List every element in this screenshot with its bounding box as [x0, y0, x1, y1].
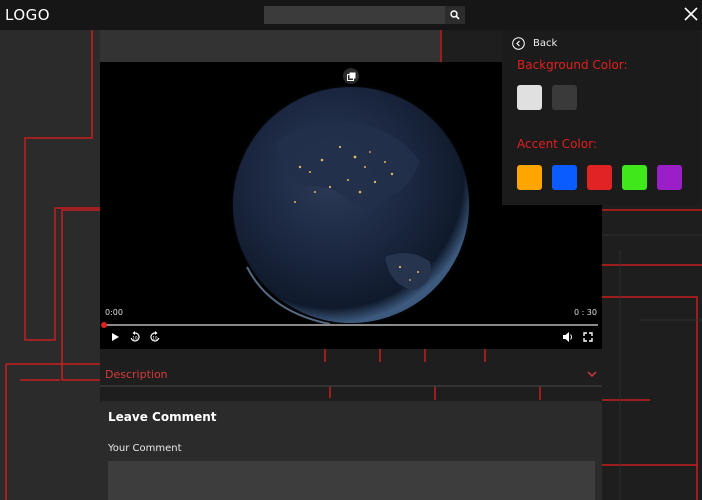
play-button[interactable]: [108, 330, 122, 344]
chevron-down-icon: [587, 371, 597, 377]
theme-settings-panel: Back Background Color: Accent Color:: [502, 30, 700, 205]
logo[interactable]: LOGO: [5, 6, 50, 24]
background-color-title: Background Color:: [517, 58, 628, 72]
chevron-left-circle-icon: [512, 36, 525, 50]
background-color-swatch-2[interactable]: [552, 85, 577, 110]
progress-bar[interactable]: [101, 322, 598, 328]
play-icon: [112, 333, 119, 341]
search-icon: [450, 10, 460, 20]
search-button[interactable]: [445, 6, 465, 24]
svg-text:10: 10: [152, 336, 158, 341]
back-button[interactable]: Back: [512, 36, 557, 50]
fullscreen-button[interactable]: [581, 330, 595, 344]
close-icon: [684, 7, 698, 21]
back-label: Back: [533, 37, 558, 49]
description-label: Description: [105, 367, 168, 381]
close-button[interactable]: [683, 6, 699, 22]
description-toggle[interactable]: Description: [100, 362, 602, 386]
forward-10-button[interactable]: 10: [148, 330, 162, 344]
svg-text:10: 10: [132, 336, 138, 341]
rewind-10-button[interactable]: 10: [128, 330, 142, 344]
volume-button[interactable]: [561, 330, 575, 344]
forward-10-icon: 10: [150, 331, 160, 342]
top-bar: LOGO: [0, 0, 702, 30]
fullscreen-icon: [583, 332, 593, 342]
accent-color-title: Accent Color:: [517, 137, 597, 151]
total-time: 0 : 30: [573, 308, 597, 317]
background-color-swatch-1[interactable]: [517, 85, 542, 110]
accent-color-swatch-2[interactable]: [552, 165, 577, 190]
search-input[interactable]: [264, 6, 445, 24]
comment-field-label: Your Comment: [108, 443, 182, 454]
picture-in-picture-icon: [346, 72, 355, 81]
comment-title: Leave Comment: [108, 410, 217, 424]
comment-textarea[interactable]: [108, 461, 595, 500]
volume-icon: [563, 332, 572, 342]
accent-color-swatch-3[interactable]: [587, 165, 612, 190]
progress-knob[interactable]: [101, 322, 107, 328]
accent-color-swatch-4[interactable]: [622, 165, 647, 190]
accent-color-swatch-1[interactable]: [517, 165, 542, 190]
rewind-10-icon: 10: [130, 331, 140, 342]
accent-color-swatch-5[interactable]: [657, 165, 682, 190]
picture-in-picture-button[interactable]: [343, 68, 359, 84]
current-time: 0:00: [105, 308, 123, 317]
comment-panel: Leave Comment Your Comment: [100, 401, 602, 500]
